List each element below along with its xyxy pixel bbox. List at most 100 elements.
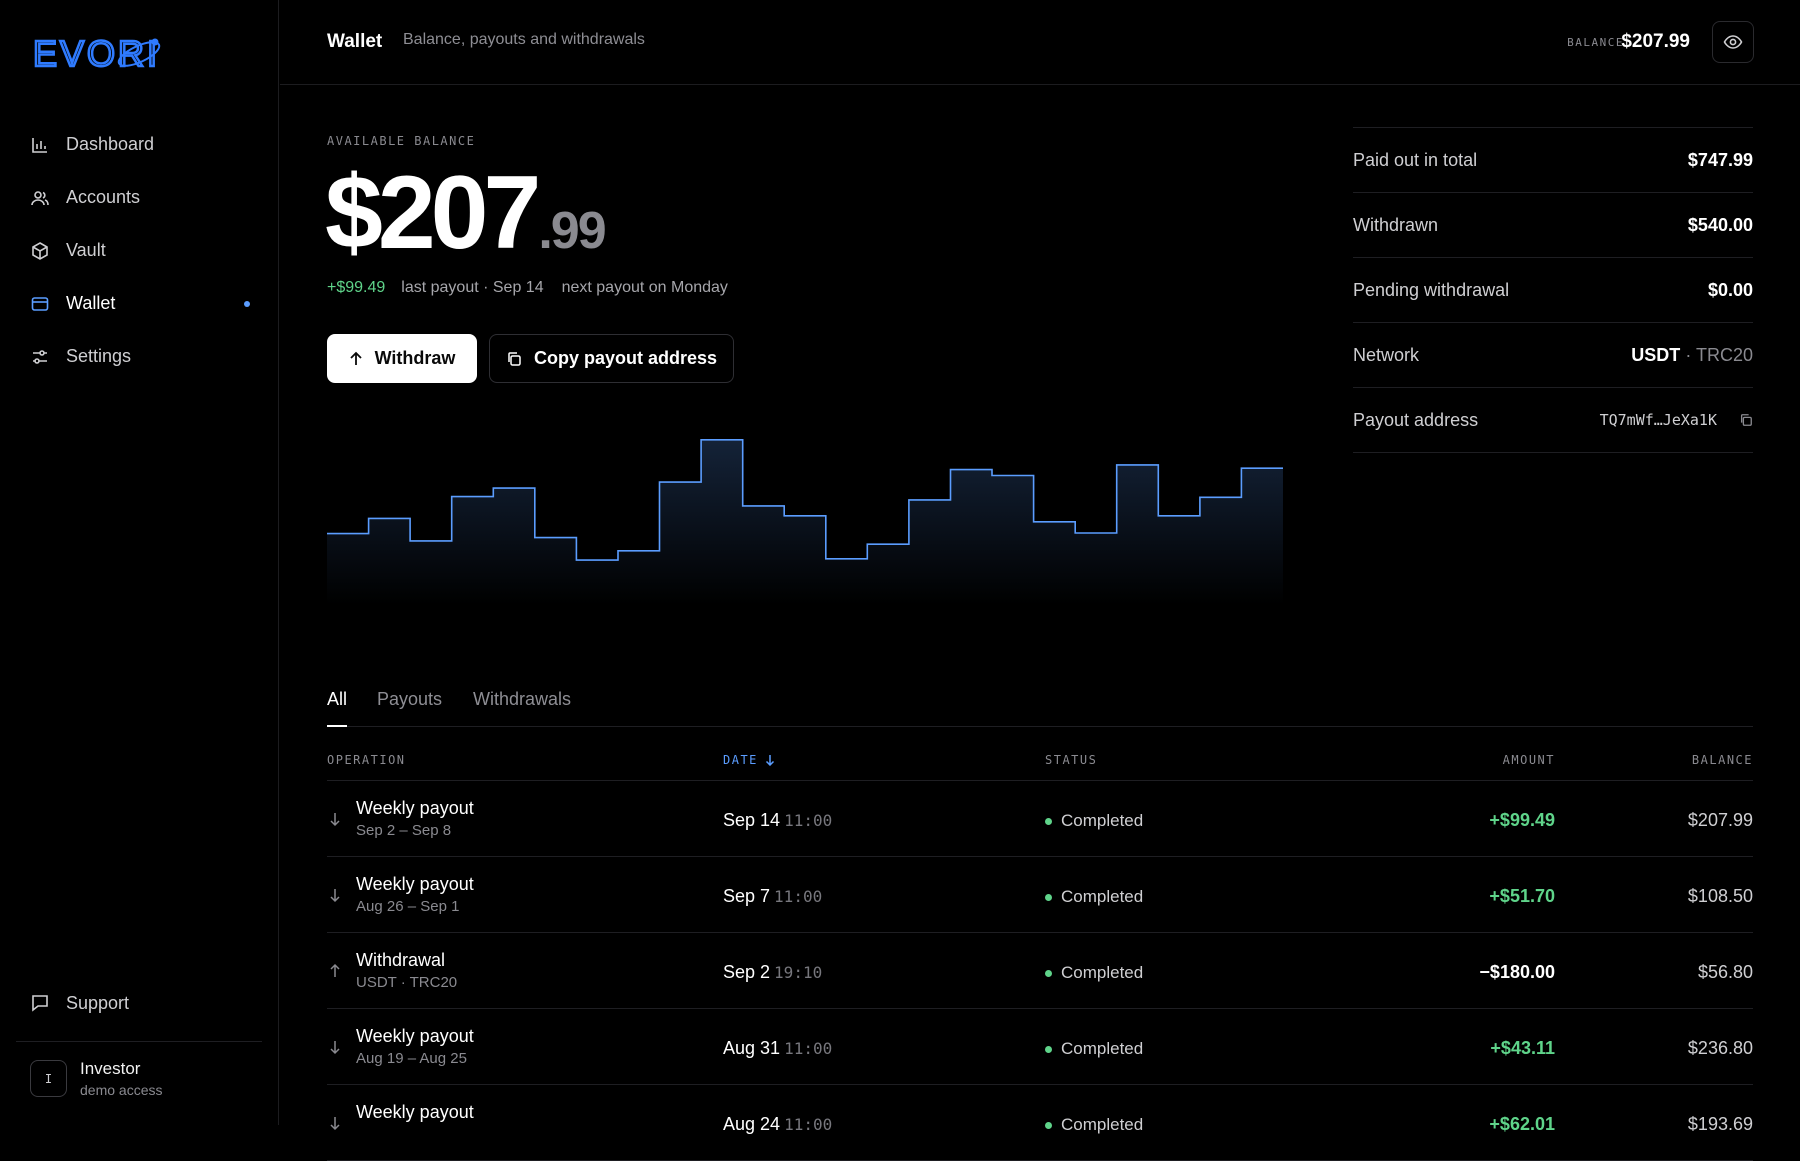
table-row[interactable]: Weekly payout Aug 26 – Sep 1 Sep 7 11:00 … <box>327 857 1753 933</box>
user-name: Investor <box>80 1059 141 1078</box>
stat-value: $540.00 <box>1687 214 1753 235</box>
sidebar-item-settings[interactable]: Settings <box>16 330 262 383</box>
wallet-icon <box>31 297 49 311</box>
column-header-balance[interactable]: BALANCE <box>1692 753 1753 767</box>
stat-network: Network USDT · TRC20 <box>1353 323 1753 388</box>
status-dot <box>1045 969 1052 977</box>
user-profile[interactable]: I Investor demo access <box>30 1059 162 1098</box>
status-badge: Completed <box>1045 1039 1143 1059</box>
stat-label: Network <box>1353 344 1420 365</box>
status-dot <box>1045 1121 1052 1129</box>
transaction-tabs: All Payouts Withdrawals <box>327 686 1753 727</box>
stat-pending: Pending withdrawal $0.00 <box>1353 258 1753 323</box>
withdraw-label: Withdraw <box>374 348 456 368</box>
table-row[interactable]: Withdrawal USDT · TRC20 Sep 2 19:10 Compl… <box>327 933 1753 1009</box>
row-date: Sep 14 <box>723 810 781 830</box>
bar-chart-icon <box>32 138 47 153</box>
status-badge: Completed <box>1045 887 1143 907</box>
operation-title: Withdrawal <box>356 950 446 970</box>
row-time: 19:10 <box>774 963 823 982</box>
sidebar-item-label: Settings <box>66 346 132 366</box>
status-text: Completed <box>1061 1039 1144 1058</box>
withdraw-button[interactable]: Withdraw <box>327 334 477 383</box>
tab-all[interactable]: All <box>327 689 348 727</box>
balance-decimal: .99 <box>538 202 606 260</box>
transaction-table: Weekly payout Sep 2 – Sep 8 Sep 14 11:00 … <box>327 781 1753 1161</box>
column-header-date[interactable]: DATE <box>723 753 775 767</box>
box-icon <box>32 242 48 260</box>
sidebar-item-support[interactable]: Support <box>16 977 262 1029</box>
status-badge: Completed <box>1045 1115 1143 1135</box>
page-title: Wallet <box>327 31 383 52</box>
operation-subtitle: Sep 2 – Sep 8 <box>356 822 452 839</box>
row-date: Aug 31 <box>723 1038 781 1058</box>
row-balance: $207.99 <box>1687 810 1753 830</box>
column-header-status[interactable]: STATUS <box>1045 753 1097 767</box>
balance-integer: $207 <box>325 155 541 271</box>
status-text: Completed <box>1061 887 1144 906</box>
available-balance: $207 .99 <box>325 155 607 271</box>
sidebar-item-label: Wallet <box>66 293 116 313</box>
copy-payout-label: Copy payout address <box>533 348 718 368</box>
table-row[interactable]: Weekly payout Aug 24 11:00 Completed +$62… <box>327 1085 1753 1161</box>
row-amount: +$99.49 <box>1489 810 1555 830</box>
status-text: Completed <box>1061 1115 1144 1134</box>
row-date: Sep 2 <box>723 962 771 982</box>
divider <box>16 1041 262 1042</box>
status-badge: Completed <box>1045 811 1143 831</box>
operation-subtitle: Aug 19 – Aug 25 <box>356 1050 467 1067</box>
column-header-date-label: DATE <box>723 753 758 767</box>
table-row[interactable]: Weekly payout Sep 2 – Sep 8 Sep 14 11:00 … <box>327 781 1753 857</box>
sidebar-item-label: Vault <box>66 240 106 260</box>
stat-paid-out: Paid out in total $747.99 <box>1353 128 1753 193</box>
arrow-down-icon <box>330 889 340 903</box>
row-time: 11:00 <box>784 811 833 830</box>
copy-icon[interactable] <box>1739 413 1753 427</box>
user-subtitle: demo access <box>80 1082 163 1098</box>
stat-label: Paid out in total <box>1353 149 1478 170</box>
stat-label: Withdrawn <box>1353 214 1439 235</box>
sidebar-item-label: Dashboard <box>66 134 155 154</box>
stat-payout-address: Payout address TQ7mWf…JeXa1K <box>1353 388 1753 453</box>
arrow-up-icon <box>330 963 340 977</box>
sidebar-item-label: Accounts <box>66 187 141 207</box>
column-header-operation[interactable]: OPERATION <box>327 753 406 767</box>
copy-icon <box>508 351 521 366</box>
arrow-down-icon <box>330 1041 340 1055</box>
row-balance: $236.80 <box>1687 1038 1753 1058</box>
balance-chart <box>327 439 1283 605</box>
status-text: Completed <box>1061 811 1144 830</box>
sort-down-icon <box>765 755 774 766</box>
tab-withdrawals[interactable]: Withdrawals <box>473 689 571 727</box>
operation-subtitle: Aug 26 – Sep 1 <box>356 898 460 915</box>
column-header-amount[interactable]: AMOUNT <box>1503 753 1555 767</box>
status-text: Completed <box>1061 963 1144 982</box>
status-badge: Completed <box>1045 963 1143 983</box>
sidebar-item-wallet[interactable]: Wallet <box>16 277 262 330</box>
sidebar: EVORI Dashboard Accounts Vault Wallet Se… <box>0 0 279 1125</box>
operation-subtitle: USDT · TRC20 <box>356 974 458 991</box>
copy-payout-address-button[interactable]: Copy payout address <box>489 334 734 383</box>
row-amount: +$43.11 <box>1490 1038 1555 1058</box>
page-subtitle: Balance, payouts and withdrawals <box>403 31 645 48</box>
stat-label: Payout address <box>1353 409 1479 430</box>
arrow-down-icon <box>330 813 340 827</box>
tab-payouts[interactable]: Payouts <box>377 689 442 727</box>
sidebar-item-accounts[interactable]: Accounts <box>16 171 262 224</box>
brand-logo-text: EVORI <box>33 34 160 74</box>
header-balance-label: BALANCE <box>1567 36 1624 49</box>
sidebar-item-dashboard[interactable]: Dashboard <box>16 118 262 171</box>
toggle-visibility-button[interactable] <box>1712 21 1754 63</box>
message-icon <box>32 995 48 1012</box>
operation-title: Weekly payout <box>356 1102 474 1122</box>
network-protocol: · TRC20 <box>1685 344 1753 365</box>
row-date: Sep 7 <box>723 886 771 906</box>
table-row[interactable]: Weekly payout Aug 19 – Aug 25 Aug 31 11:0… <box>327 1009 1753 1085</box>
sidebar-item-vault[interactable]: Vault <box>16 224 262 277</box>
stat-value: USDT · TRC20 <box>1631 345 1753 366</box>
brand-logo[interactable]: EVORI <box>31 34 201 74</box>
row-amount: −$180.00 <box>1479 962 1555 982</box>
eye-icon <box>1723 35 1743 49</box>
users-icon <box>31 191 49 206</box>
stat-value: $0.00 <box>1707 279 1753 300</box>
